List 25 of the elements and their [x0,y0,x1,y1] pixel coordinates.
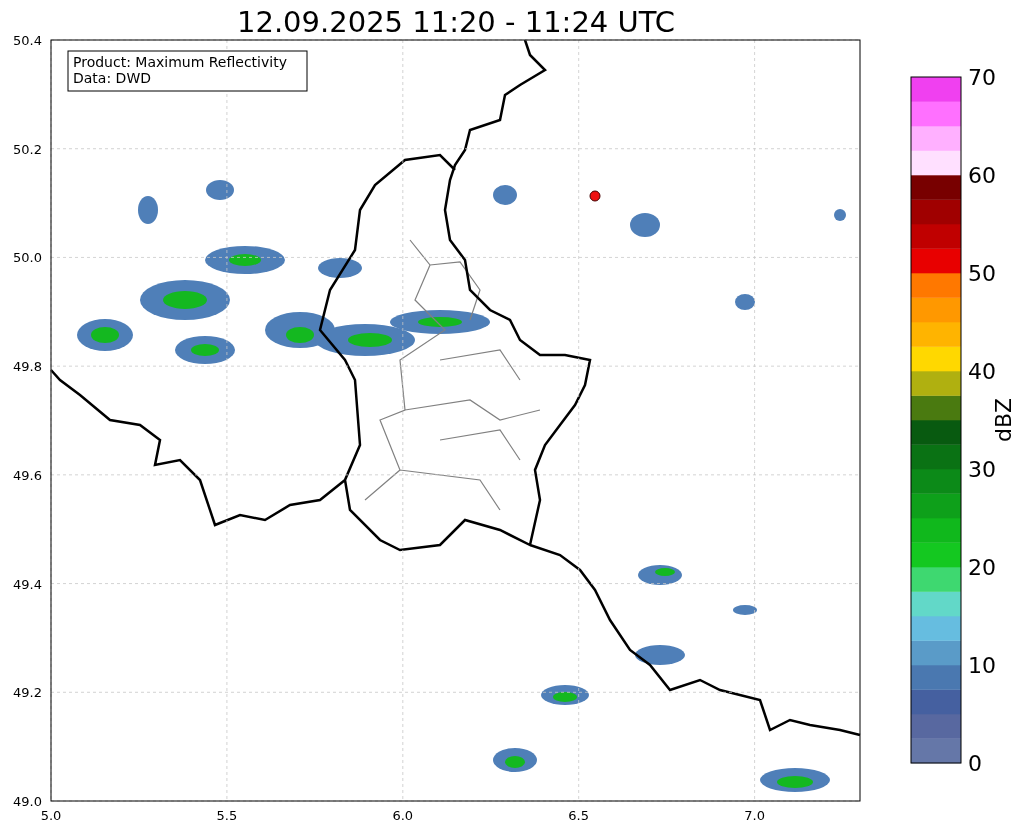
axis-tick-label: 50.4 [13,33,42,48]
axis-tick-label: 6.5 [568,808,590,823]
axis-tick-label: 5.5 [216,808,238,823]
colorbar-tick-label: 30 [968,457,996,482]
axis-tick-label: 7.0 [744,808,765,823]
colorbar-tick-label: 50 [968,261,996,286]
axis-tick-label: 49.4 [13,576,42,592]
colorbar-tick-label: 70 [968,65,996,90]
colorbar-tick-label: 40 [968,359,996,384]
axis-tick-label: 49.0 [13,794,42,809]
chart-title: 12.09.2025 11:20 - 11:24 UTC [237,5,675,39]
colorbar-label: dBZ [991,397,1016,443]
colorbar-tick-label: 60 [968,163,996,188]
colorbar-tick-label: 20 [968,555,996,580]
axis-tick-label: 49.2 [13,685,42,701]
axis-tick-label: 6.0 [392,808,414,823]
axis-tick-label: 5.0 [40,808,62,823]
legend-text: Data: DWD [73,70,151,86]
axis-tick-label: 50.2 [13,141,42,157]
colorbar-tick-label: 10 [968,653,996,678]
axis-tick-label: 50.0 [13,250,42,266]
axis-tick-label: 49.6 [13,467,42,483]
colorbar-tick-label: 0 [968,751,982,776]
legend-text: Product: Maximum Reflectivity [73,54,287,70]
axis-tick-label: 49.8 [13,359,42,375]
